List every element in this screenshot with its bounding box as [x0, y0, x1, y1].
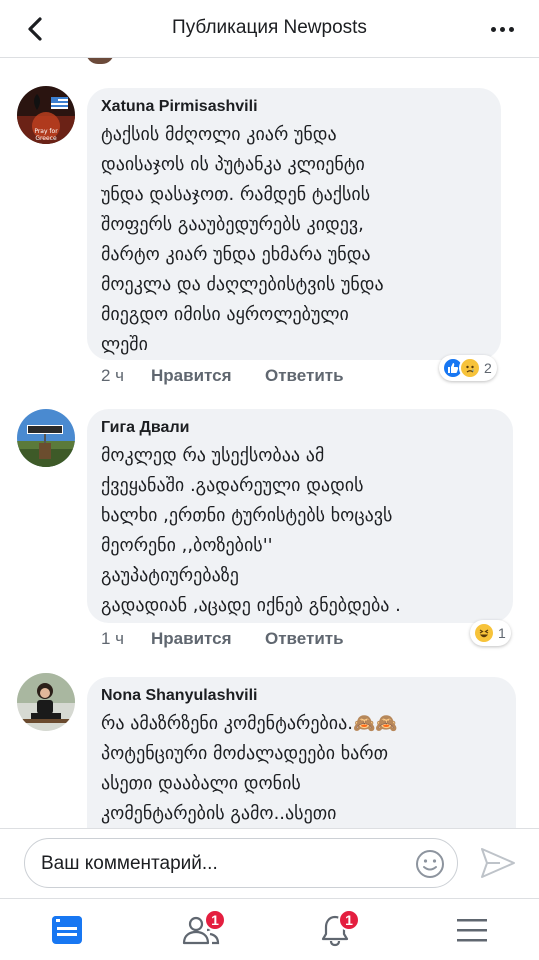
comment-meta: 1 ч Нравится Ответить — [101, 629, 344, 649]
tab-menu[interactable] — [447, 909, 497, 951]
more-horizontal-icon — [490, 26, 496, 32]
avatar-image — [17, 673, 75, 731]
comment-composer: Ваш комментарий... — [0, 828, 539, 898]
avatar-image — [17, 409, 75, 467]
hamburger-menu-icon — [457, 919, 487, 942]
avatar-image: Pray for Greece — [17, 86, 75, 144]
tab-news-feed[interactable] — [42, 909, 92, 951]
like-button[interactable]: Нравится — [151, 366, 265, 386]
comment-timestamp: 1 ч — [101, 629, 125, 648]
bottom-tab-bar: 1 1 — [0, 898, 539, 960]
avatar[interactable] — [17, 409, 75, 467]
tab-friends[interactable]: 1 — [176, 909, 226, 951]
reactions-summary[interactable]: 2 — [439, 355, 497, 381]
svg-text:Greece: Greece — [35, 135, 57, 142]
send-icon — [481, 848, 515, 878]
comment-bubble: Гига Двали მოკლედ რა უსექსობაა ამ ქვეყან… — [87, 409, 513, 623]
reply-button[interactable]: Ответить — [265, 366, 344, 386]
comment-author[interactable]: Xatuna Pirmisashvili — [101, 98, 487, 116]
tab-notifications[interactable]: 1 — [310, 909, 360, 951]
comment-text: რა ამაზრზენი კომენტარებია.🙈🙈 პოტენციური … — [101, 713, 398, 824]
reactions-summary[interactable]: 1 — [470, 620, 511, 646]
haha-reaction-icon — [473, 622, 495, 644]
avatar[interactable]: Pray for Greece — [17, 86, 75, 144]
reaction-count: 2 — [484, 360, 492, 376]
comment-input[interactable]: Ваш комментарий... — [24, 838, 458, 888]
comment-input-placeholder: Ваш комментарий... — [41, 853, 218, 874]
comment-text: მოკლედ რა უსექსობაა ამ ქვეყანაში .გადარე… — [101, 445, 401, 616]
page-title: Публикация Newposts — [172, 17, 367, 38]
reaction-count: 1 — [498, 625, 506, 641]
notifications-badge: 1 — [338, 909, 360, 931]
comment-meta: 2 ч Нравится Ответить — [101, 366, 344, 386]
top-nav-bar: Публикация Newposts — [0, 0, 539, 58]
comment-author[interactable]: Гига Двали — [101, 419, 499, 437]
emoji-button[interactable] — [415, 849, 445, 879]
friends-badge: 1 — [204, 909, 226, 931]
reply-button[interactable]: Ответить — [265, 629, 344, 649]
like-button[interactable]: Нравится — [151, 629, 265, 649]
svg-text:Pray for: Pray for — [34, 128, 58, 135]
smiley-icon — [416, 850, 444, 878]
news-feed-icon — [52, 916, 82, 944]
more-options-button[interactable] — [487, 16, 517, 42]
send-button[interactable] — [478, 845, 518, 881]
comment-author[interactable]: Nona Shanyulashvili — [101, 687, 502, 705]
avatar[interactable] — [17, 673, 75, 731]
sad-reaction-icon — [459, 357, 481, 379]
comment-text: ტაქსის მძღოლი კიარ უნდა დაისაჯოს ის პუტა… — [101, 124, 384, 355]
comment-bubble: Xatuna Pirmisashvili ტაქსის მძღოლი კიარ … — [87, 88, 501, 360]
comment-timestamp: 2 ч — [101, 366, 125, 385]
